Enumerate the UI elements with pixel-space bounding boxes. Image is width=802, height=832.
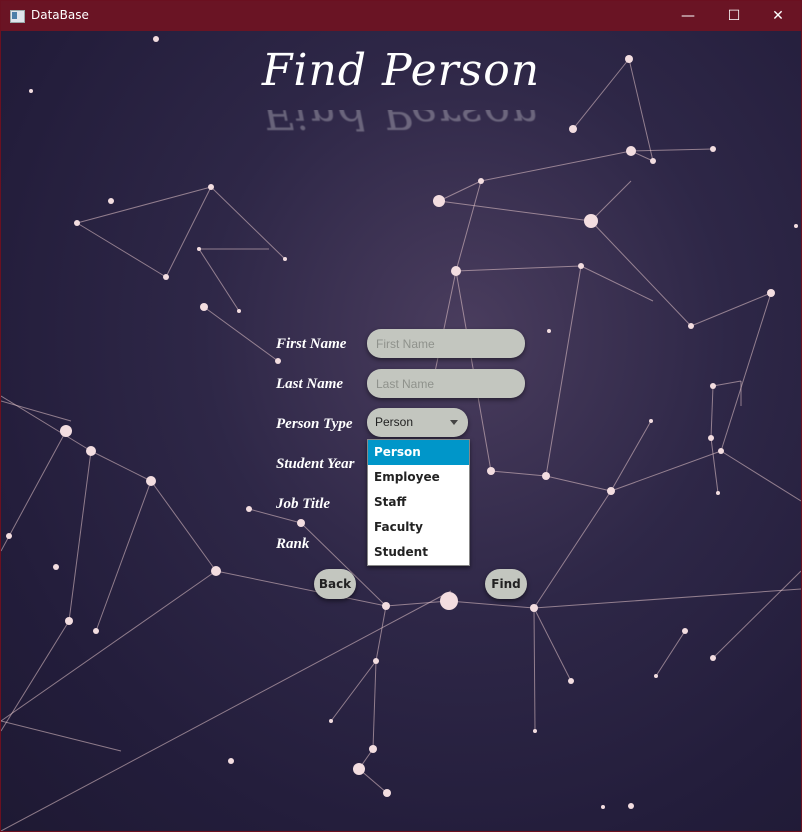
- minimize-button[interactable]: —: [665, 1, 711, 31]
- last-name-label: Last Name: [276, 376, 344, 392]
- person-type-select[interactable]: Person: [367, 408, 468, 437]
- close-button[interactable]: ✕: [755, 1, 801, 31]
- maximize-button[interactable]: ☐: [711, 1, 757, 31]
- chevron-down-icon: [450, 420, 458, 425]
- page-title: Find Person: [261, 45, 541, 96]
- main-content: Find Person Find Person First Name Last …: [1, 31, 801, 831]
- person-type-label: Person Type: [276, 416, 353, 432]
- find-button[interactable]: Find: [485, 569, 527, 599]
- dropdown-option-faculty[interactable]: Faculty: [368, 515, 469, 540]
- person-type-dropdown: Person Employee Staff Faculty Student: [367, 439, 470, 566]
- last-name-field[interactable]: [367, 369, 525, 398]
- dropdown-option-staff[interactable]: Staff: [368, 490, 469, 515]
- app-window: DataBase — ☐ ✕ Find Person Find Person F…: [0, 0, 802, 832]
- person-type-value: Person: [375, 415, 414, 429]
- job-title-label: Job Title: [276, 496, 331, 512]
- dropdown-option-person[interactable]: Person: [368, 440, 469, 465]
- title-bar: DataBase — ☐ ✕: [1, 1, 801, 31]
- back-button[interactable]: Back: [314, 569, 356, 599]
- app-icon: [10, 10, 25, 23]
- student-year-label: Student Year: [276, 456, 355, 472]
- dropdown-option-employee[interactable]: Employee: [368, 465, 469, 490]
- dropdown-option-student[interactable]: Student: [368, 540, 469, 565]
- window-title: DataBase: [31, 8, 89, 22]
- rank-label: Rank: [276, 536, 310, 552]
- first-name-label: First Name: [276, 336, 347, 352]
- first-name-field[interactable]: [367, 329, 525, 358]
